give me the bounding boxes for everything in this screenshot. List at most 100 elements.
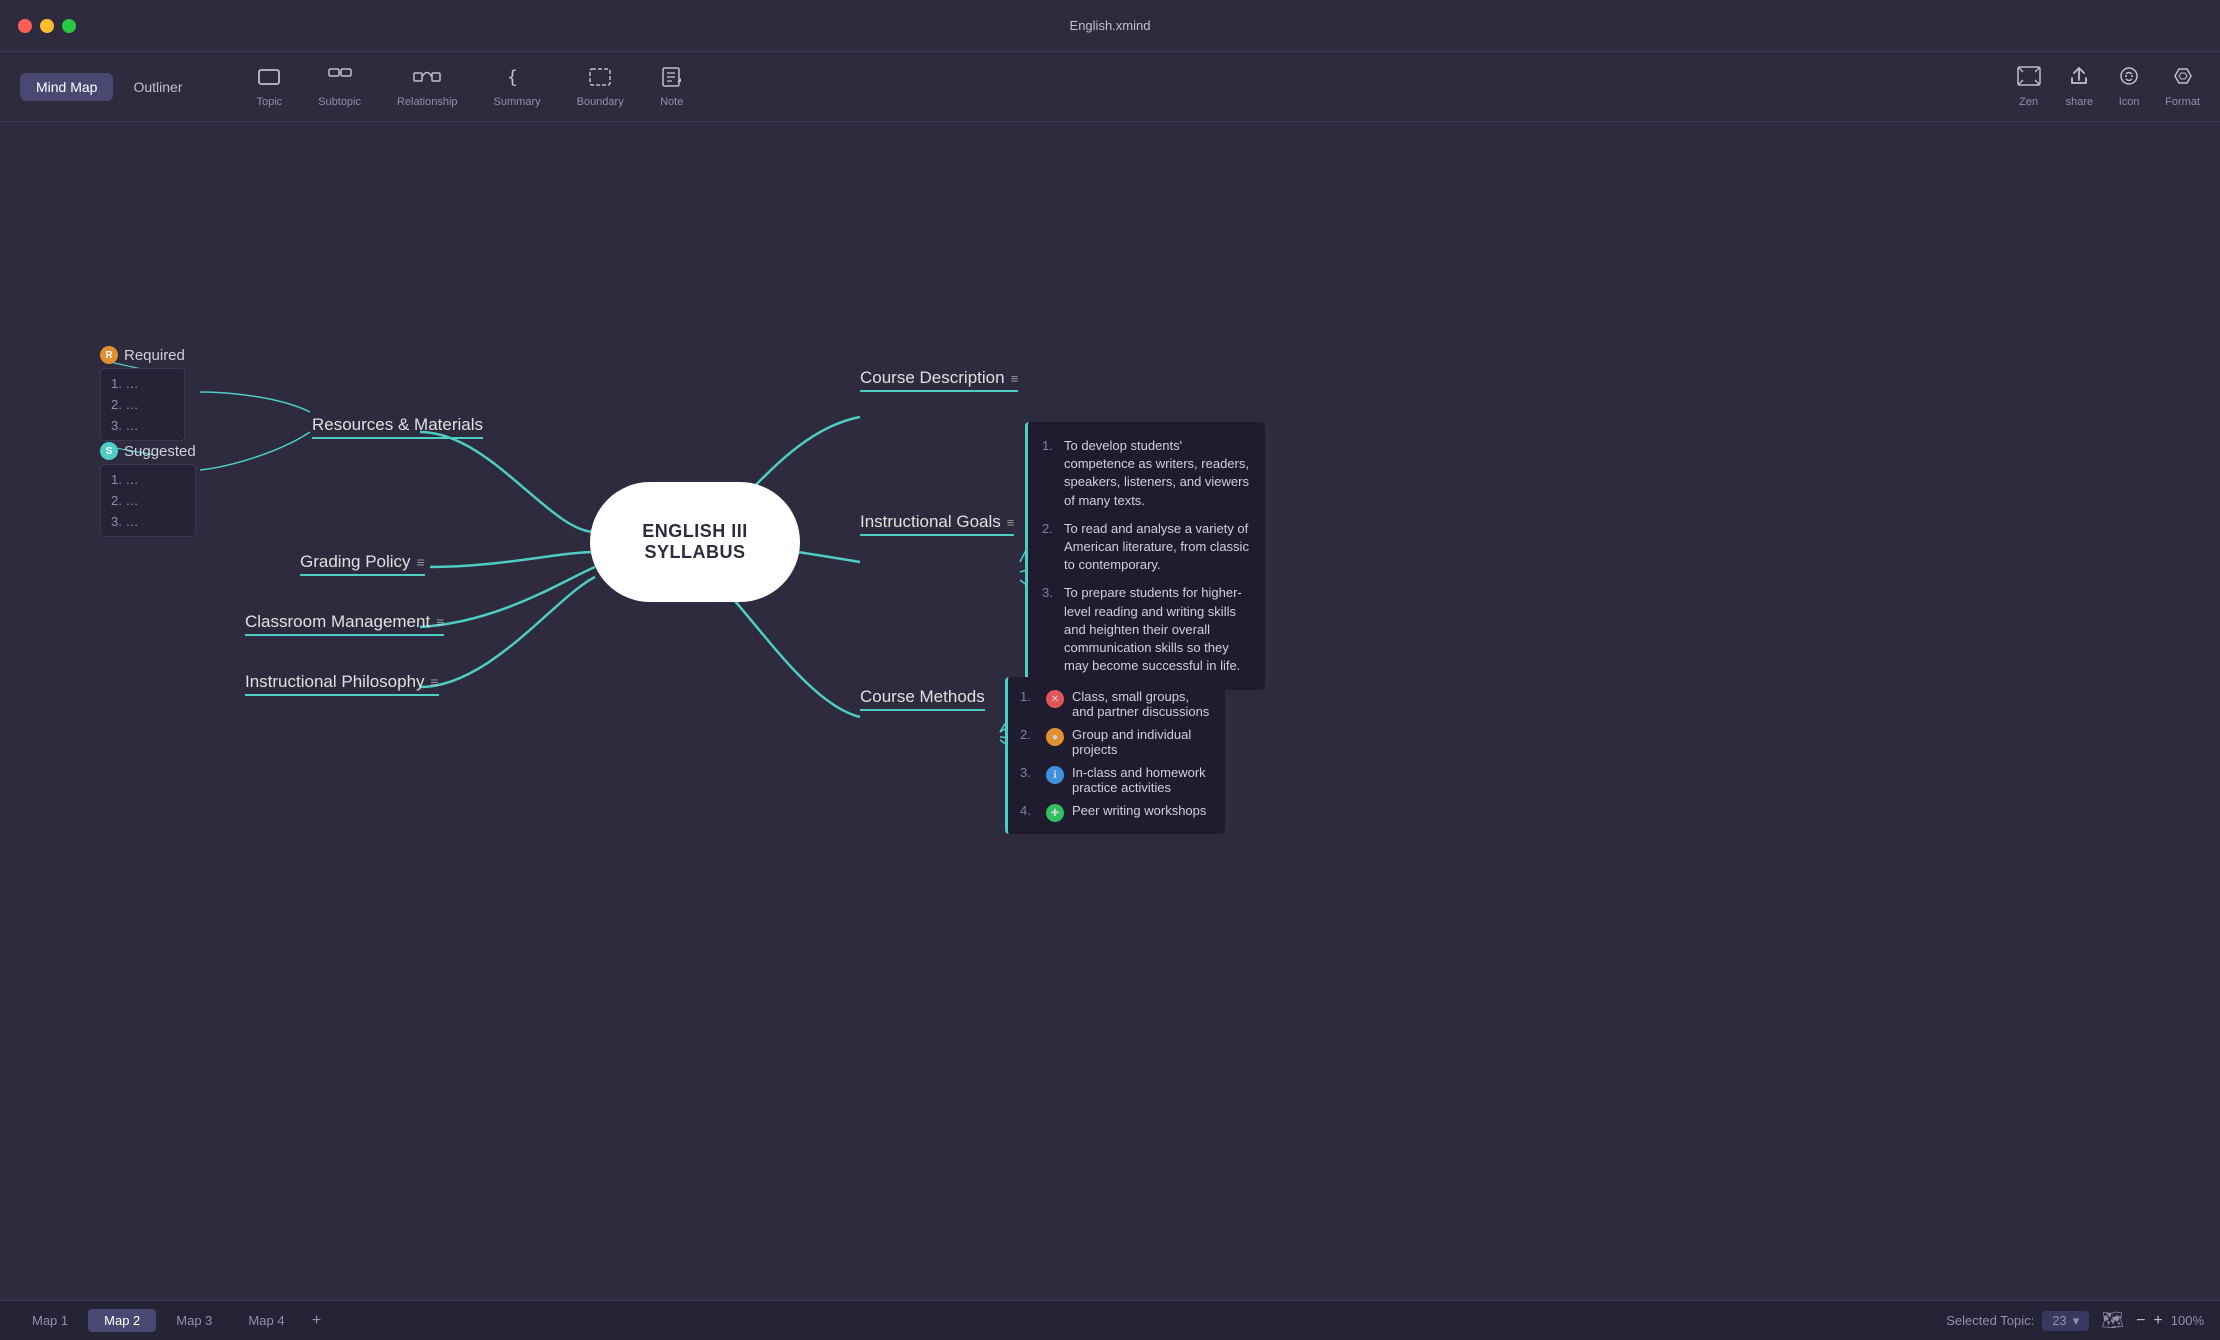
course-methods-label: Course Methods (860, 687, 985, 711)
philosophy-note-icon: ≡ (431, 674, 439, 690)
maximize-button[interactable] (62, 19, 76, 33)
method-4-text: Peer writing workshops (1072, 803, 1206, 818)
share-icon (2068, 65, 2090, 92)
map-icon: 🗺 (2101, 1310, 2124, 1331)
add-map-button[interactable]: + (305, 1309, 329, 1333)
required-label: R Required (100, 346, 185, 364)
resources-text: Resources & Materials (312, 415, 483, 439)
central-line1: ENGLISH III (642, 521, 748, 542)
svg-text:{ }: { } (507, 67, 529, 88)
course-description-text: Course Description (860, 368, 1005, 388)
required-item-2: 2. … (109, 394, 176, 415)
grading-text: Grading Policy ≡ (300, 552, 425, 576)
map-tab-2[interactable]: Map 2 (88, 1309, 156, 1332)
required-item-3: 3. … (109, 415, 176, 436)
topic-count-value: 23 (2052, 1313, 2066, 1328)
summary-icon: { } (505, 66, 529, 92)
course-description-note-icon: ≡ (1011, 371, 1019, 386)
bottombar: Map 1 Map 2 Map 3 Map 4 + Selected Topic… (0, 1300, 2220, 1340)
boundary-icon (588, 66, 612, 92)
tool-topic-label: Topic (257, 96, 283, 108)
close-button[interactable] (18, 19, 32, 33)
branch-resources[interactable]: Resources & Materials (312, 415, 483, 439)
central-node[interactable]: ENGLISH III SYLLABUS (590, 482, 800, 602)
instructional-goals-note-icon: ≡ (1007, 515, 1015, 530)
mindmap-canvas[interactable]: ENGLISH III SYLLABUS Course Description … (0, 122, 2220, 1300)
philosophy-text: Instructional Philosophy ≡ (245, 672, 439, 696)
central-line2: SYLLABUS (642, 542, 748, 563)
tool-zen[interactable]: Zen (2016, 65, 2042, 108)
window-controls (18, 19, 76, 33)
note-icon (660, 66, 684, 92)
map-tab-3[interactable]: Map 3 (160, 1309, 228, 1332)
map-tab-1[interactable]: Map 1 (16, 1309, 84, 1332)
branch-instructional-goals[interactable]: Instructional Goals ≡ 1. To develop stud… (860, 512, 1014, 546)
method-1-icon: ✕ (1046, 690, 1064, 708)
toolbar-tools: Topic Subtopic Relationship { } Summary … (239, 60, 2016, 114)
relationship-icon (413, 66, 441, 92)
zoom-in-button[interactable]: + (2153, 1312, 2162, 1330)
suggested-badge: S (100, 442, 118, 460)
instructional-goals-text: Instructional Goals (860, 512, 1001, 532)
required-items: 1. … 2. … 3. … (100, 368, 185, 441)
classroom-text: Classroom Management ≡ (245, 612, 444, 636)
method-3: 3. ℹ In-class and homework practice acti… (1020, 761, 1213, 799)
tool-note-label: Note (660, 96, 683, 108)
instructional-goals-label: Instructional Goals ≡ (860, 512, 1014, 536)
method-2-text: Group and individual projects (1072, 727, 1213, 757)
tool-format-label: Format (2165, 96, 2200, 108)
method-3-text: In-class and homework practice activitie… (1072, 765, 1213, 795)
zen-icon (2016, 65, 2042, 92)
suggested-text: Suggested (124, 443, 196, 460)
tool-summary[interactable]: { } Summary (476, 60, 559, 114)
tool-note[interactable]: Note (642, 60, 702, 114)
tool-topic[interactable]: Topic (239, 60, 301, 114)
tool-icon[interactable]: Icon (2117, 65, 2141, 108)
course-methods-items: 1. ✕ Class, small groups, and partner di… (1005, 677, 1225, 834)
tool-boundary[interactable]: Boundary (559, 60, 642, 114)
group-required[interactable]: R Required 1. … 2. … 3. … (100, 346, 185, 441)
tab-mindmap[interactable]: Mind Map (20, 73, 113, 101)
tool-subtopic-label: Subtopic (318, 96, 361, 108)
tool-icon-label: Icon (2119, 96, 2140, 108)
tool-share-label: share (2066, 96, 2094, 108)
minimize-button[interactable] (40, 19, 54, 33)
method-3-icon: ℹ (1046, 766, 1064, 784)
branch-classroom[interactable]: Classroom Management ≡ (245, 612, 444, 636)
method-4: 4. ✚ Peer writing workshops (1020, 799, 1213, 826)
tool-summary-label: Summary (494, 96, 541, 108)
suggested-item-3: 3. … (109, 511, 187, 532)
tool-format[interactable]: Format (2165, 65, 2200, 108)
required-badge: R (100, 346, 118, 364)
branch-grading[interactable]: Grading Policy ≡ (300, 552, 425, 576)
method-2: 2. ● Group and individual projects (1020, 723, 1213, 761)
selected-topic-info: Selected Topic: 23 ▾ (1946, 1311, 2089, 1331)
tool-share[interactable]: share (2066, 65, 2094, 108)
tool-subtopic[interactable]: Subtopic (300, 60, 379, 114)
topic-count-chevron: ▾ (2073, 1313, 2080, 1329)
bottombar-right: Selected Topic: 23 ▾ 🗺 − + 100% (1946, 1310, 2204, 1331)
tool-relationship[interactable]: Relationship (379, 60, 476, 114)
subtopic-icon (328, 66, 352, 92)
window-title: English.xmind (1070, 18, 1151, 33)
branch-course-methods[interactable]: Course Methods 1. ✕ Class, small groups,… (860, 687, 985, 721)
toolbar: Mind Map Outliner Topic Subtopic Relatio… (0, 52, 2220, 122)
group-suggested[interactable]: S Suggested 1. … 2. … 3. … (100, 442, 196, 537)
zoom-level: 100% (2171, 1313, 2204, 1328)
goal-item-3: 3. To prepare students for higher-level … (1042, 579, 1251, 680)
method-1: 1. ✕ Class, small groups, and partner di… (1020, 685, 1213, 723)
map-tab-4[interactable]: Map 4 (232, 1309, 300, 1332)
tool-relationship-label: Relationship (397, 96, 458, 108)
goal-2-text: To read and analyse a variety of America… (1064, 520, 1251, 575)
tab-outliner[interactable]: Outliner (117, 73, 198, 101)
zoom-out-button[interactable]: − (2136, 1312, 2145, 1330)
tool-zen-label: Zen (2019, 96, 2038, 108)
suggested-items: 1. … 2. … 3. … (100, 464, 196, 537)
selected-topic-label: Selected Topic: (1946, 1313, 2034, 1328)
branch-course-description[interactable]: Course Description ≡ (860, 368, 1018, 400)
zoom-controls: − + 100% (2136, 1312, 2204, 1330)
branch-philosophy[interactable]: Instructional Philosophy ≡ (245, 672, 439, 696)
topic-count-badge[interactable]: 23 ▾ (2042, 1311, 2089, 1331)
format-icon (2171, 65, 2195, 92)
topic-icon (257, 66, 281, 92)
